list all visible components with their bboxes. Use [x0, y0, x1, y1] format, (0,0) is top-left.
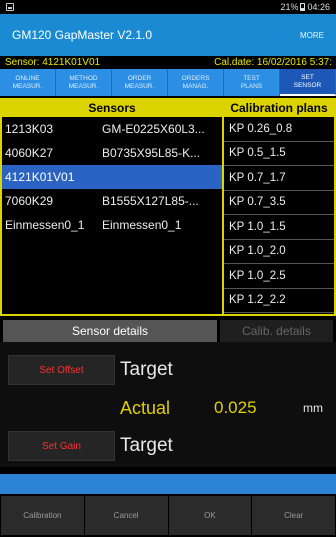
gain-row: Set Gain Target [0, 428, 336, 464]
sensor-row[interactable]: 7060K29 B1555X127L85-... [2, 189, 222, 213]
plan-item[interactable]: KP 1.0_2.0 [224, 240, 334, 264]
status-bar: 21% 04:26 [0, 0, 336, 14]
image-notification-icon [6, 3, 14, 11]
cancel-button[interactable]: Cancel [84, 496, 168, 535]
sensor-code: 4121K01V01 [5, 170, 75, 184]
battery-percent: 21% [280, 2, 299, 12]
calibration-date: Cal.date: 16/02/2016 5:37: [214, 57, 332, 68]
sensor-type: B0735X95L85-K... [102, 146, 201, 160]
tab-order-measur[interactable]: ORDER MEASUR. [112, 69, 168, 96]
lists-panel: Sensors 1213K03 GM-E0225X60L3... 4060K27… [0, 98, 336, 316]
details-panel: Sensor details Calib. details Set Offset… [0, 318, 336, 467]
sensor-type: B1555X127L85-... [102, 194, 199, 208]
status-strip [0, 474, 336, 494]
tab-sensor-details[interactable]: Sensor details [3, 320, 217, 342]
sensor-row[interactable]: Einmessen0_1 Einmessen0_1 [2, 213, 222, 237]
bottom-toolbar: Calibration Cancel OK Clear [0, 494, 336, 537]
sensor-code: 7060K29 [5, 194, 54, 208]
ok-button[interactable]: OK [168, 496, 252, 535]
offset-row: Set Offset Target [0, 352, 336, 388]
plan-item[interactable]: KP 0.7_3.5 [224, 191, 334, 215]
plan-item[interactable]: KP 1.0_2.5 [224, 264, 334, 289]
actual-label: Actual [120, 397, 171, 418]
plan-item[interactable]: KP 0.26_0.8 [224, 117, 334, 142]
sensor-row-selected[interactable]: 4121K01V01 [2, 165, 222, 189]
set-offset-button[interactable]: Set Offset [8, 355, 115, 385]
plan-item[interactable]: KP 1.0_1.5 [224, 215, 334, 240]
offset-target-label: Target [120, 359, 173, 380]
tab-online-measur[interactable]: ONLINE MEASUR. [0, 69, 56, 96]
plan-item[interactable]: KP 0.7_1.7 [224, 166, 334, 191]
actual-row: Actual 0.025 mm [0, 390, 336, 426]
sensor-code: 1213K03 [5, 122, 54, 136]
sensor-type: GM-E0225X60L3... [102, 122, 205, 136]
actual-unit: mm [303, 401, 323, 415]
sensor-code: Einmessen0_1 [5, 218, 85, 232]
tab-orders-manag[interactable]: ORDERS MANAG. [168, 69, 224, 96]
sensors-list: Sensors 1213K03 GM-E0225X60L3... 4060K27… [2, 100, 224, 314]
clock: 04:26 [307, 2, 330, 12]
details-tabs: Sensor details Calib. details [0, 318, 336, 342]
actual-value: 0.025 [214, 398, 257, 417]
tab-calib-details[interactable]: Calib. details [220, 320, 333, 342]
info-bar: Sensor: 4121K01V01 Cal.date: 16/02/2016 … [0, 56, 336, 69]
app-title: GM120 GapMaster V2.1.0 [12, 28, 153, 42]
main-tabs: ONLINE MEASUR. METHOD MEASUR. ORDER MEASUR.… [0, 69, 336, 96]
plan-item[interactable]: KP 1.2_2.2 [224, 289, 334, 313]
app-bar: GM120 GapMaster V2.1.0 MORE [0, 14, 336, 56]
sensor-code: 4060K27 [5, 146, 54, 160]
sensor-row[interactable]: 1213K03 GM-E0225X60L3... [2, 117, 222, 141]
set-gain-button[interactable]: Set Gain [8, 431, 115, 461]
sensor-row[interactable]: 4060K27 B0735X95L85-K... [2, 141, 222, 165]
tab-method-measur[interactable]: METHOD MEASUR. [56, 69, 112, 96]
calibration-button[interactable]: Calibration [1, 496, 84, 535]
sensor-type: Einmessen0_1 [102, 218, 182, 232]
battery-icon [300, 3, 306, 11]
calibration-plans-header: Calibration plans [224, 100, 334, 117]
current-sensor: Sensor: 4121K01V01 [5, 57, 101, 68]
tab-set-sensor[interactable]: SET SENSOR [280, 69, 336, 96]
clear-button[interactable]: Clear [252, 496, 335, 535]
tab-test-plans[interactable]: TEST PLANS [224, 69, 280, 96]
gain-target-label: Target [120, 435, 173, 456]
more-button[interactable]: MORE [300, 31, 324, 40]
calibration-plans-list: Calibration plans KP 0.26_0.8 KP 0.5_1.5… [224, 100, 334, 314]
sensors-header: Sensors [2, 100, 222, 117]
plan-item[interactable]: KP 0.5_1.5 [224, 142, 334, 166]
